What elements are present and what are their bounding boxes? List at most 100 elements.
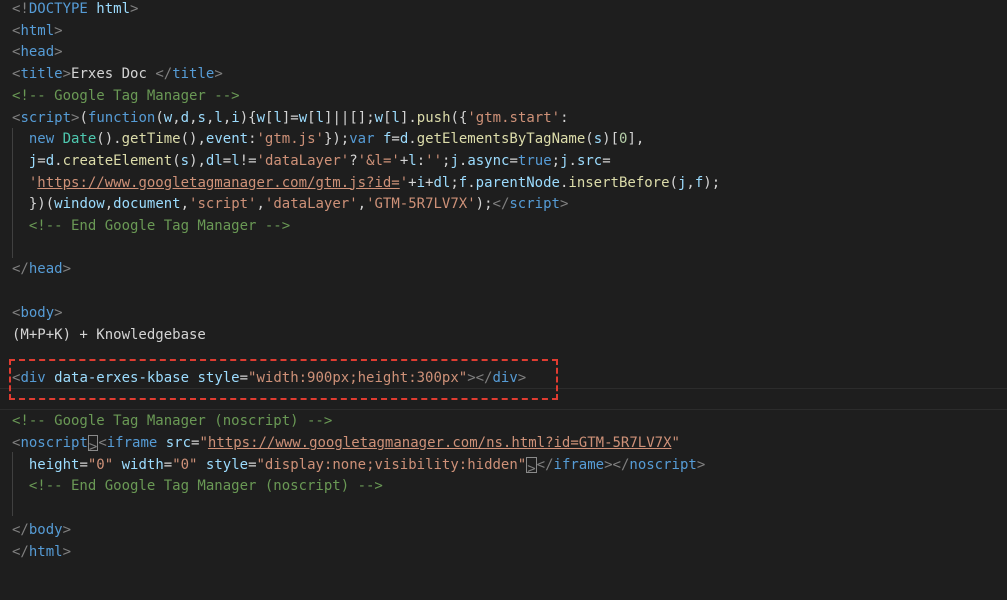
code-token: "0" (172, 456, 198, 473)
code-token: head (20, 44, 55, 61)
code-token: push (416, 109, 451, 126)
code-line[interactable]: </head> (12, 258, 71, 280)
code-token: head (28, 261, 63, 278)
code-line[interactable]: <!-- Google Tag Manager (noscript) --> (12, 410, 332, 432)
code-token: function (87, 109, 156, 126)
code-token: dl (205, 152, 223, 169)
code-token: = (163, 456, 173, 473)
code-line[interactable]: <!-- Google Tag Manager --> (12, 85, 240, 107)
code-token: > (214, 66, 223, 83)
code-token: ' (399, 174, 409, 191)
code-line[interactable]: })(window,document,'script','dataLayer',… (12, 193, 569, 215)
code-line[interactable]: <!DOCTYPE html> (12, 0, 138, 20)
code-token: html (20, 22, 55, 39)
code-token: : (248, 131, 257, 148)
code-token: })( (12, 196, 55, 213)
code-line[interactable]: <script>(function(w,d,s,l,i){w[l]=w[l]||… (12, 107, 569, 129)
code-token: ( (79, 109, 88, 126)
code-token: ></ (604, 456, 630, 473)
code-token: = (602, 152, 611, 169)
code-token: , (222, 109, 232, 126)
code-line[interactable]: j=d.createElement(s),dl=l!='dataLayer'?'… (12, 150, 611, 172)
code-line[interactable]: 'https://www.googletagmanager.com/gtm.js… (12, 172, 720, 194)
code-token: > (54, 44, 63, 61)
code-token: i (231, 109, 240, 126)
code-line[interactable]: new Date().getTime(),event:'gtm.js'});va… (12, 128, 644, 150)
code-token: l (315, 109, 325, 126)
code-token: true (517, 152, 552, 169)
code-token: , (189, 109, 198, 126)
code-token: j (560, 152, 569, 169)
code-token: ? (349, 152, 358, 169)
code-token: l (391, 109, 400, 126)
code-token: s (180, 152, 190, 169)
code-token: w (163, 109, 173, 126)
code-token: new (12, 131, 63, 148)
code-token: (), (180, 131, 206, 148)
code-token: w (374, 109, 384, 126)
code-token: , (172, 109, 181, 126)
code-line[interactable]: <head> (12, 41, 63, 63)
code-line[interactable]: </html> (12, 541, 71, 563)
code-editor[interactable]: <!DOCTYPE html> <html> <head> <title>Erxes … (0, 0, 1007, 600)
code-token: . (54, 152, 63, 169)
code-token: = (79, 456, 88, 473)
code-token: 'GTM-5R7LV7X' (366, 196, 476, 213)
code-token: > (62, 521, 72, 538)
code-token: Date (62, 131, 97, 148)
code-token: = (509, 152, 518, 169)
code-token: '' (425, 152, 442, 169)
code-line[interactable]: <!-- End Google Tag Manager (noscript) -… (12, 475, 383, 497)
code-token: . (408, 131, 417, 148)
code-line[interactable]: <!-- End Google Tag Manager --> (12, 215, 290, 237)
code-token: . (568, 152, 577, 169)
code-token: script (509, 196, 560, 213)
code-token: height (12, 456, 80, 473)
code-token: > (54, 22, 63, 39)
code-token: s (593, 131, 603, 148)
code-token: </ (492, 196, 510, 213)
code-token: ]= (281, 109, 299, 126)
code-token: ( (155, 109, 164, 126)
code-token: d (180, 109, 190, 126)
code-token: . (467, 174, 476, 191)
code-token: [ (383, 109, 392, 126)
code-token: createElement (62, 152, 173, 169)
code-token: "0" (87, 456, 114, 473)
code-line[interactable]: </body> (12, 519, 71, 541)
code-token: https://www.googletagmanager.com/ns.html… (207, 435, 672, 451)
code-token: '&l=' (357, 152, 400, 169)
code-token: ]. (399, 109, 417, 126)
code-line[interactable]: (M+P+K) + Knowledgebase (12, 324, 206, 346)
code-token: </ (12, 543, 29, 560)
code-token: noscript (629, 456, 697, 473)
code-token: html (87, 1, 131, 17)
bracket-match-box: > (87, 435, 99, 455)
code-line[interactable]: height="0" width="0" style="display:none… (12, 454, 705, 477)
code-token: , (256, 196, 265, 213)
code-token: getTime (121, 131, 181, 148)
code-token: parentNode (475, 174, 560, 191)
code-line[interactable]: <body> (12, 302, 63, 324)
code-line[interactable]: <noscript><iframe src="https://www.googl… (12, 432, 680, 455)
code-token: 'dataLayer' (264, 196, 358, 213)
code-token: width (113, 456, 164, 473)
code-token: != (239, 152, 257, 169)
code-token: = (248, 456, 257, 473)
code-token: </ (155, 66, 173, 83)
code-token: j (12, 152, 38, 169)
code-line[interactable]: <html> (12, 20, 63, 42)
code-token: " (671, 435, 680, 451)
code-token: event (205, 131, 249, 148)
code-token: iframe (553, 456, 605, 473)
code-line[interactable]: <title>Erxes Doc </title> (12, 63, 223, 85)
code-token: <!-- End Google Tag Manager (noscript) -… (12, 478, 383, 495)
code-token: async (467, 152, 510, 169)
code-token: (M+P+K) + Knowledgebase (12, 326, 206, 343)
code-token: , (357, 196, 367, 213)
code-token: f (458, 174, 468, 191)
code-token: 'script' (189, 196, 257, 213)
code-token: DOCTYPE (28, 1, 88, 17)
code-token: , (180, 196, 190, 213)
code-token: + (399, 152, 409, 169)
